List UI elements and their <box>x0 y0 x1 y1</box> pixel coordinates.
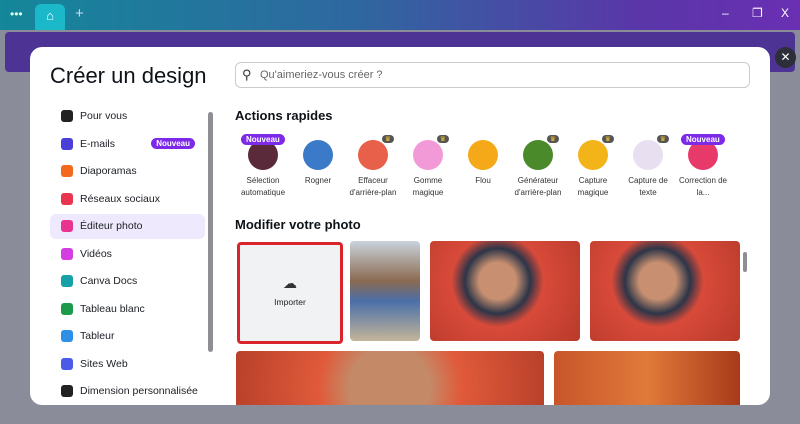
restore-button[interactable]: ❐ <box>752 6 763 20</box>
sidebar-item[interactable]: Dimension personnalisée <box>50 379 205 404</box>
quick-action[interactable]: ♛ Capture magique <box>565 135 621 199</box>
crown-icon: ♛ <box>381 135 394 143</box>
custom-size-icon <box>61 385 73 397</box>
sidebar-item-label: Réseaux sociaux <box>80 192 160 205</box>
quick-action-icon: ♛ <box>358 135 394 170</box>
quick-action-icon <box>303 140 333 170</box>
crown-icon: ♛ <box>656 135 669 143</box>
modal-close-button[interactable]: ✕ <box>775 47 796 68</box>
sidebar-item[interactable]: Tableur <box>50 324 205 349</box>
sidebar-item-label: Diaporamas <box>80 165 137 177</box>
quick-action[interactable]: ♛ Gomme magique <box>400 135 456 199</box>
photos-heading: Modifier votre photo <box>235 217 361 232</box>
sidebar-item[interactable]: Sites Web <box>50 352 205 377</box>
quick-action-icon: ♛ <box>413 135 449 170</box>
sparkle-icon <box>61 110 73 122</box>
sidebar-scrollbar[interactable] <box>208 112 213 352</box>
sidebar-item[interactable]: Canva Docs <box>50 269 205 294</box>
search-input[interactable]: ⚲ Qu'aimeriez-vous créer ? <box>235 62 750 88</box>
quick-action-label: Correction de la... <box>678 176 728 197</box>
quick-action-label: Effaceur d'arrière-plan <box>349 176 397 197</box>
sidebar-item-label: E-mails <box>80 137 116 150</box>
sidebar-item-label: Tableur <box>80 330 115 342</box>
sidebar-item[interactable]: Diaporamas <box>50 159 205 184</box>
photo-thumbnail[interactable] <box>554 351 740 405</box>
sidebar-item-label: Éditeur photo <box>80 220 143 232</box>
quick-action[interactable]: Rogner <box>290 140 346 187</box>
sidebar-item[interactable]: Réseaux sociaux <box>50 187 205 212</box>
camera-icon <box>61 220 73 232</box>
quick-action-icon <box>468 140 498 170</box>
photo-thumbnail[interactable] <box>236 351 544 405</box>
import-label: Importer <box>274 297 306 307</box>
sidebar-item-label: Tableau blanc <box>80 302 145 315</box>
quick-action[interactable]: Flou <box>455 140 511 187</box>
quick-action-label: Générateur d'arrière-plan <box>514 176 562 197</box>
heart-icon <box>61 192 73 205</box>
title-bar: ••• ⌂ + – ❐ X <box>0 0 800 30</box>
sidebar-item[interactable]: Éditeur photo <box>50 214 205 239</box>
modal-title: Créer un design <box>50 63 207 88</box>
menu-dots-icon[interactable]: ••• <box>10 7 23 21</box>
sidebar-item-label: Canva Docs <box>80 275 138 287</box>
photo-thumbnail[interactable] <box>590 241 740 341</box>
website-icon <box>61 357 73 370</box>
photo-thumbnail[interactable] <box>430 241 580 341</box>
crown-icon: ♛ <box>436 135 449 143</box>
new-badge: Nouveau <box>241 134 285 145</box>
whiteboard-icon <box>61 302 73 315</box>
sidebar-item-label: Vidéos <box>80 247 112 260</box>
presentation-icon <box>61 165 73 177</box>
quick-action[interactable]: Nouveau Sélection automatique <box>235 134 291 199</box>
mail-icon <box>61 137 73 150</box>
quick-action[interactable]: ♛ Capture de texte <box>620 135 676 199</box>
home-icon: ⌂ <box>46 8 54 23</box>
sidebar-item-label: Sites Web <box>80 357 128 370</box>
quick-action-label: Capture de texte <box>628 176 668 197</box>
search-placeholder: Qu'aimeriez-vous créer ? <box>260 69 383 81</box>
quick-action-label: Rogner <box>304 176 332 185</box>
new-badge: Nouveau <box>151 137 195 149</box>
quick-action-label: Flou <box>475 176 491 185</box>
window-close-button[interactable]: X <box>781 6 789 20</box>
sidebar-item[interactable]: Vidéos <box>50 242 205 267</box>
quick-action-icon: ♛ <box>578 135 614 170</box>
import-button[interactable]: ☁ Importer <box>237 242 343 344</box>
search-icon: ⚲ <box>242 67 252 82</box>
sidebar-item-label: Pour vous <box>80 110 128 122</box>
sidebar-item[interactable]: Tableau blanc <box>50 297 205 322</box>
home-tab[interactable]: ⌂ <box>35 4 65 30</box>
quick-action[interactable]: Nouveau Correction de la... <box>675 134 731 199</box>
new-badge: Nouveau <box>681 134 725 145</box>
create-design-modal: Créer un design ⚲ Qu'aimeriez-vous créer… <box>30 47 770 405</box>
quick-action-label: Sélection automatique <box>240 176 286 197</box>
photos-scrollbar[interactable] <box>743 252 747 272</box>
quick-actions-heading: Actions rapides <box>235 108 333 123</box>
new-tab-button[interactable]: + <box>75 5 84 22</box>
photo-thumbnail[interactable] <box>350 241 420 341</box>
quick-action[interactable]: ♛ Générateur d'arrière-plan <box>510 135 566 199</box>
video-icon <box>61 247 73 260</box>
sidebar-item[interactable]: E-mails Nouveau <box>50 132 205 157</box>
sidebar-item-label: Dimension personnalisée <box>80 385 198 397</box>
quick-action-icon: ♛ <box>523 135 559 170</box>
doc-icon <box>61 275 73 287</box>
quick-action-icon: ♛ <box>633 135 669 170</box>
minimize-button[interactable]: – <box>722 6 729 20</box>
quick-action-label: Capture magique <box>577 176 609 197</box>
sidebar-item[interactable]: Pour vous <box>50 104 205 129</box>
cloud-upload-icon: ☁ <box>283 275 297 291</box>
crown-icon: ♛ <box>601 135 614 143</box>
crown-icon: ♛ <box>546 135 559 143</box>
quick-action-label: Gomme magique <box>412 176 444 197</box>
sheet-icon <box>61 330 73 342</box>
quick-action[interactable]: ♛ Effaceur d'arrière-plan <box>345 135 401 199</box>
